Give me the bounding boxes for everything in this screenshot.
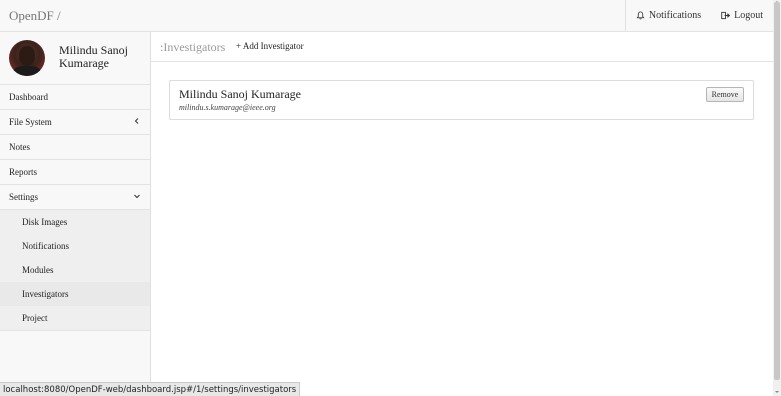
navbar-actions: Notifications Logout	[624, 0, 773, 31]
investigator-name: Milindu Sanoj Kumarage	[179, 87, 301, 101]
status-bar-url: localhost:8080/OpenDF-web/dashboard.jsp#…	[0, 382, 301, 396]
add-investigator-link[interactable]: + Add Investigator	[236, 41, 304, 51]
submenu-item-label: Investigators	[22, 289, 69, 299]
investigator-email: milindu.s.kumarage@ieee.org	[179, 103, 276, 112]
sidebar-item-notifications[interactable]: Notifications	[0, 234, 150, 258]
sidebar-item-reports[interactable]: Reports	[0, 160, 150, 185]
avatar	[9, 40, 45, 76]
sidebar-item-project[interactable]: Project	[0, 306, 150, 330]
sidebar-item-label: File System	[9, 117, 52, 127]
settings-submenu: Disk Images Notifications Modules Invest…	[0, 210, 150, 331]
profile-name: Milindu Sanoj Kumarage	[59, 43, 129, 70]
sidebar-item-file-system[interactable]: File System	[0, 110, 150, 135]
top-navbar: OpenDF / Notifications Logout	[0, 0, 773, 32]
chevron-down-icon	[134, 194, 140, 199]
submenu-item-label: Notifications	[22, 241, 69, 251]
sidebar: Milindu Sanoj Kumarage Dashboard File Sy…	[0, 32, 151, 396]
sidebar-item-disk-images[interactable]: Disk Images	[0, 210, 150, 234]
vertical-scrollbar[interactable]	[773, 0, 781, 396]
submenu-item-label: Modules	[22, 265, 54, 275]
logout-label: Logout	[734, 10, 763, 21]
remove-button[interactable]: Remove	[706, 87, 744, 102]
sidebar-item-dashboard[interactable]: Dashboard	[0, 85, 150, 110]
brand-link[interactable]: OpenDF /	[9, 8, 61, 24]
sidebar-item-modules[interactable]: Modules	[0, 258, 150, 282]
scroll-down-icon[interactable]	[774, 389, 780, 395]
notifications-button[interactable]: Notifications	[626, 0, 711, 31]
notifications-label: Notifications	[648, 10, 702, 21]
submenu-item-label: Project	[22, 313, 48, 323]
content-header: :Investigators + Add Investigator	[151, 32, 773, 62]
scrollbar-thumb[interactable]	[774, 2, 780, 380]
page-title: :Investigators	[160, 40, 226, 54]
sidebar-item-settings[interactable]: Settings	[0, 185, 150, 210]
investigator-card: Milindu Sanoj Kumarage milindu.s.kumarag…	[169, 80, 754, 120]
user-profile: Milindu Sanoj Kumarage	[0, 32, 150, 85]
sidebar-item-investigators[interactable]: Investigators	[0, 282, 150, 306]
sidebar-item-label: Notes	[9, 142, 30, 152]
sidebar-item-notes[interactable]: Notes	[0, 135, 150, 160]
submenu-item-label: Disk Images	[22, 217, 68, 227]
logout-button[interactable]: Logout	[711, 0, 773, 31]
chevron-left-icon	[134, 118, 139, 124]
sidebar-item-label: Settings	[9, 192, 39, 202]
sidebar-item-label: Dashboard	[9, 92, 48, 102]
bell-icon	[636, 11, 645, 20]
logout-icon	[721, 11, 731, 20]
sidebar-item-label: Reports	[9, 167, 37, 177]
